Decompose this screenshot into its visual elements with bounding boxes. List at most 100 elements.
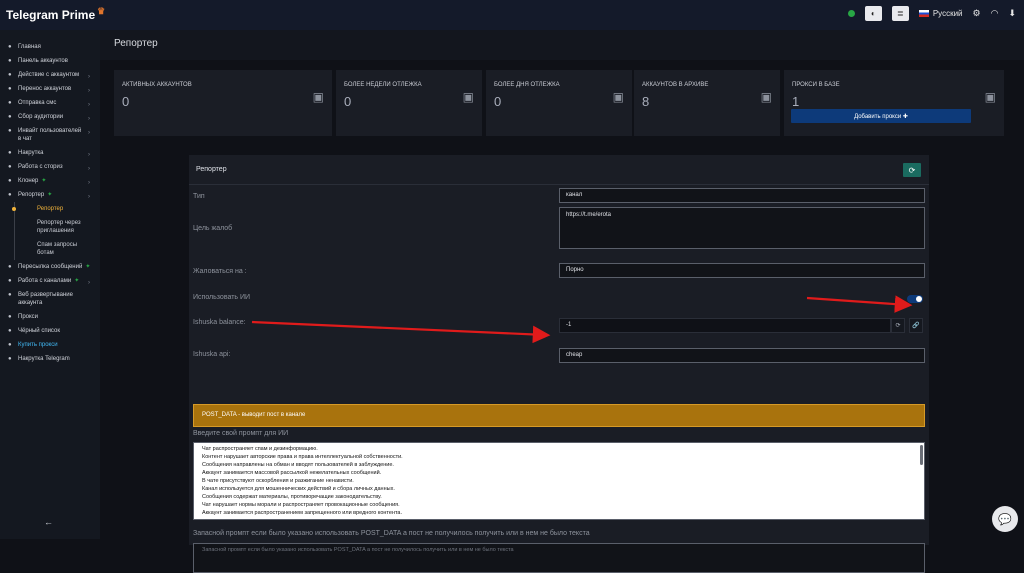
wifi-icon: ▣ xyxy=(985,90,996,104)
type-input[interactable]: канал xyxy=(559,188,925,203)
wifi-status-icon[interactable]: ◠ xyxy=(991,8,999,19)
stat-label: АКТИВНЫХ АККАУНТОВ xyxy=(122,82,192,88)
sidebar-subitem[interactable]: Репортер через приглашения xyxy=(14,216,100,238)
boost-icon: ● xyxy=(8,149,18,157)
chevron-right-icon: › xyxy=(88,193,90,201)
sidebar-item-items1[interactable]: ●Панель аккаунтов xyxy=(0,54,100,68)
api-input[interactable]: cheap xyxy=(559,348,925,363)
language-selector[interactable]: Русский xyxy=(919,9,963,18)
complain-input[interactable]: Порно xyxy=(559,263,925,278)
page-title: Репортер xyxy=(114,38,158,49)
clone-icon: ● xyxy=(8,177,18,185)
chevron-right-icon: › xyxy=(88,115,90,123)
sidebar-item-label: Чёрный список xyxy=(18,327,60,335)
stat-label: БОЛЕЕ НЕДЕЛИ ОТЛЕЖКА xyxy=(344,82,422,88)
sidebar-item-label: Клонер xyxy=(18,177,38,185)
sidebar-item-items4[interactable]: ●Отправка смс› xyxy=(0,96,100,110)
stat-value: 1 xyxy=(792,94,799,109)
panel-title: Репортер xyxy=(196,166,227,173)
sidebar-item-items20[interactable]: ●Пересылка сообщений✦ xyxy=(0,260,100,274)
sidebar-item-label: Репортер xyxy=(18,191,44,199)
stat-card: АКТИВНЫХ АККАУНТОВ 0 ▣ xyxy=(114,70,332,136)
stat-value: 0 xyxy=(494,94,501,109)
sidebar-item-label: Купить прокси xyxy=(18,341,58,349)
balance-label: Ishuska balance: xyxy=(193,319,246,326)
theme-toggle-button[interactable]: ◐ xyxy=(865,6,882,21)
refresh-button[interactable]: ⟳ xyxy=(903,163,921,177)
sidebar-item-items21[interactable]: ●Работа с каналами✦› xyxy=(0,274,100,288)
chevron-right-icon: › xyxy=(88,179,90,187)
forward-icon: ● xyxy=(8,263,18,271)
crown-icon: ♛ xyxy=(97,6,105,17)
main-content: Репортер АКТИВНЫХ АККАУНТОВ 0 ▣ БОЛЕЕ НЕДЕЛ… xyxy=(100,30,1024,539)
stat-card: ПРОКСИ В БАЗЕ1▣Добавить прокси ✚ xyxy=(784,70,1004,136)
prompt-label: Введите свой промпт для ИИ xyxy=(193,430,288,437)
online-status-icon xyxy=(848,10,855,17)
notes-button[interactable]: ≣ xyxy=(892,6,909,21)
ai-toggle[interactable] xyxy=(907,295,923,303)
calendar-icon: ▣ xyxy=(613,90,624,104)
stat-value: 0 xyxy=(344,94,351,109)
target-label: Цель жалоб xyxy=(193,225,232,232)
language-label: Русский xyxy=(933,9,963,18)
sidebar-item-label: Работа с сториз xyxy=(18,163,63,171)
prompt-line: В чате присутствуют оскорбления и разжиг… xyxy=(202,477,916,485)
sidebar-item-items3[interactable]: ●Перенос аккаунтов› xyxy=(0,82,100,96)
panel-header: Репортер ⟳ xyxy=(189,155,929,185)
sidebar-item-label: Работа с каналами xyxy=(18,277,71,285)
link-icon[interactable]: 🔗 xyxy=(909,318,923,333)
post-data-warning: POST_DATA - выводит пост в канале xyxy=(193,404,925,427)
invite-icon: ● xyxy=(8,127,18,135)
sidebar-subitem[interactable]: Репортер xyxy=(14,202,100,216)
sidebar-item-items6[interactable]: ●Инвайт пользователей в чат› xyxy=(0,124,100,146)
wifi-icon: ● xyxy=(8,313,18,321)
prompt-scrollbar[interactable] xyxy=(920,445,923,465)
stat-label: БОЛЕЕ ДНЯ ОТЛЕЖКА xyxy=(494,82,560,88)
collapse-sidebar-arrow-icon[interactable]: ← xyxy=(44,517,53,527)
target-icon: ● xyxy=(8,113,18,121)
x-icon: ● xyxy=(8,327,18,335)
fallback-textarea[interactable]: Запасной промпт если было указано исполь… xyxy=(193,543,925,573)
app-logo[interactable]: Telegram Prime ♛ xyxy=(6,8,105,22)
sidebar-item-items25[interactable]: ●Купить прокси xyxy=(0,338,100,352)
sidebar-item-items26[interactable]: ●Накрутка Telegram xyxy=(0,352,100,366)
sidebar-item-label: Прокси xyxy=(18,313,38,321)
prompt-line: Канал используется для мошеннических дей… xyxy=(202,485,916,493)
russian-flag-icon xyxy=(919,10,929,17)
stat-card: БОЛЕЕ ДНЯ ОТЛЕЖКА 0 ▣ xyxy=(486,70,632,136)
sidebar-item-items5[interactable]: ●Сбор аудитории› xyxy=(0,110,100,124)
sidebar-item-items8[interactable]: ●Работа с сториз› xyxy=(0,160,100,174)
stat-card: БОЛЕЕ НЕДЕЛИ ОТЛЕЖКА0▣ xyxy=(336,70,482,136)
complain-label: Жаловаться на : xyxy=(193,268,247,275)
chat-support-icon[interactable]: 💬 xyxy=(992,506,1018,532)
sidebar-item-items0[interactable]: ●Главная xyxy=(0,40,100,54)
settings-gear-icon[interactable]: ⚙ xyxy=(973,8,981,19)
target-textarea[interactable]: https://t.me/erota xyxy=(559,207,925,249)
ai-label: Использовать ИИ xyxy=(193,294,250,301)
sidebar-item-items7[interactable]: ●Накрутка› xyxy=(0,146,100,160)
sidebar-item-items23[interactable]: ●Прокси xyxy=(0,310,100,324)
sidebar-item-items2[interactable]: ●Действие с аккаунтом› xyxy=(0,68,100,82)
sidebar-subitem[interactable]: Спам запросы ботам xyxy=(14,238,100,260)
sidebar-item-label: Накрутка xyxy=(18,149,43,157)
balance-input[interactable]: -1 xyxy=(559,318,891,333)
sidebar-item-label: Отправка смс xyxy=(18,99,56,107)
download-icon[interactable]: ⬇ xyxy=(1008,8,1016,19)
sidebar-item-label: Инвайт пользователей в чат xyxy=(18,127,84,143)
stat-value: 0 xyxy=(122,94,129,109)
sidebar-item-items10[interactable]: ●Репортер✦› xyxy=(0,188,100,202)
prompt-line: Аккаунт занимается распространением запр… xyxy=(202,509,916,517)
app-name: Telegram Prime xyxy=(6,8,95,22)
chevron-right-icon: › xyxy=(88,73,90,81)
prompt-line: Контент нарушает авторские права и права… xyxy=(202,453,916,461)
refresh-balance-icon[interactable]: ⟳ xyxy=(891,318,905,333)
sidebar-item-items24[interactable]: ●Чёрный список xyxy=(0,324,100,338)
prompt-textarea[interactable]: Чат распространяет спам и дезинформацию.… xyxy=(193,442,925,520)
sidebar-item-items9[interactable]: ●Клонер✦› xyxy=(0,174,100,188)
sms-icon: ● xyxy=(8,99,18,107)
add-proxy-button[interactable]: Добавить прокси ✚ xyxy=(791,109,971,123)
sidebar-item-items22[interactable]: ●Веб развертывание аккаунта xyxy=(0,288,100,310)
user-icon: ▣ xyxy=(313,90,324,104)
web-icon: ● xyxy=(8,291,18,299)
sidebar-item-label: Накрутка Telegram xyxy=(18,355,70,363)
